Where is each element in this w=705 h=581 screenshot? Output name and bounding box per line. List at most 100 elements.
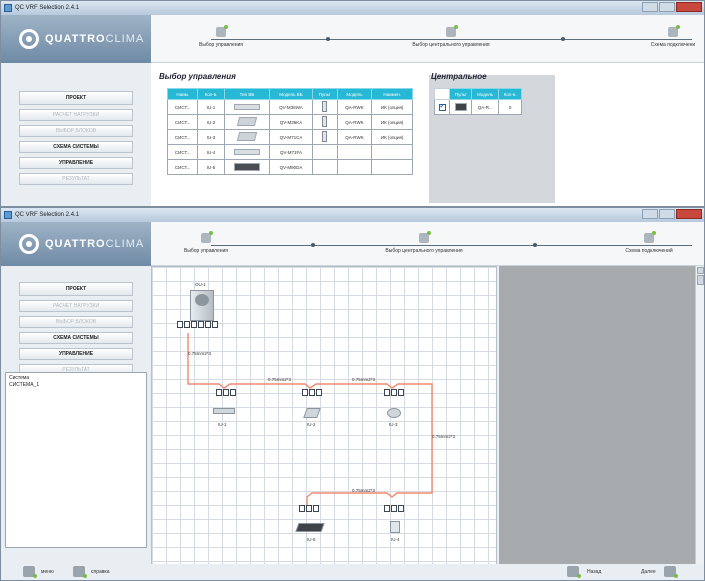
step-control[interactable]: Выбор управления (161, 25, 281, 48)
col-header: Наим. (166, 88, 199, 100)
central-checkbox[interactable]: ✔ (438, 103, 446, 111)
wire-label: 0.75mm2*3 (268, 377, 292, 382)
col-header: Пульт (449, 88, 473, 100)
title-bar: QC VRF Selection 2.4.1 (1, 208, 704, 222)
iu3-terminal-block (384, 389, 404, 396)
close-button[interactable] (676, 209, 702, 219)
cassette-unit-icon[interactable] (387, 408, 401, 418)
outdoor-terminal-block (177, 321, 218, 328)
maximize-button[interactable] (659, 2, 675, 12)
brand-name-main: QUATTRO (45, 33, 106, 45)
wiring-diagram-canvas[interactable]: OU-1 0.75mm2*3 0.75mm2*3 0.75mm2*3 0.75m… (151, 266, 497, 566)
step-control-icon (201, 231, 213, 243)
remote-icon (322, 101, 328, 112)
col-header: Модель ВБ (269, 88, 313, 100)
bottom-toolbar: меню справка Назад Далее (1, 564, 704, 580)
help-button[interactable]: справка (73, 566, 110, 578)
menu-project-button[interactable]: ПРОЕКТ (19, 91, 133, 105)
step-central-icon (446, 25, 458, 37)
col-header: Кол-в. (197, 88, 225, 100)
iu5-terminal-block (299, 505, 319, 512)
tree-item-system[interactable]: СИСТЕМА_1 (9, 382, 143, 389)
app-icon (4, 4, 12, 12)
quattroclima-logo-icon (19, 234, 39, 254)
brand-logo: QUATTROCLIMA (1, 222, 151, 266)
menu-icon (23, 566, 37, 578)
vertical-scrollbar[interactable] (695, 266, 704, 566)
wire-label: 0.75mm2*3 (432, 434, 456, 439)
table-row[interactable]: СИСТ... IU-4 QV-M71FA (166, 144, 413, 160)
minimize-button[interactable] (642, 2, 658, 12)
iu1-terminal-block (216, 389, 236, 396)
side-menu: ПРОЕКТ РАСЧЕТ НАГРУЗКИ ВЫБОР БЛОКОВ СХЕМ… (1, 91, 151, 189)
menu-control-button[interactable]: УПРАВЛЕНИЕ (19, 157, 133, 169)
back-button[interactable]: Назад (567, 566, 601, 578)
table-row[interactable]: СИСТ... IU-3 QV-M71CA QA-RWK ИК (опция) (166, 129, 413, 145)
col-header: Кол-в. (498, 88, 522, 100)
step-central-control[interactable]: Выбор центрального управления (391, 25, 511, 48)
menu-control-button[interactable]: УПРАВЛЕНИЕ (19, 348, 133, 360)
step-wiring-scheme[interactable]: Схема подключени (613, 25, 704, 48)
menu-system-scheme-button[interactable]: СХЕМА СИСТЕМЫ (19, 332, 133, 344)
menu-load-calc-button[interactable]: РАСЧЕТ НАГРУЗКИ (19, 109, 133, 121)
minimize-button[interactable] (642, 209, 658, 219)
menu-unit-select-button[interactable]: ВЫБОР БЛОКОВ (19, 316, 133, 328)
col-header: Модель (471, 88, 500, 100)
scroll-up-arrow-icon[interactable] (696, 267, 704, 274)
table-row[interactable]: СИСТ... IU-1 QV-M36WA QA-RWK ИК (опция) (166, 99, 413, 115)
outdoor-unit-label: OU-1 (195, 282, 206, 287)
duct-unit-icon[interactable] (295, 523, 325, 532)
col-header: Наимен. (371, 88, 413, 100)
main-window: QC VRF Selection 2.4.1 QUATTROCLIMA Выбо… (0, 207, 705, 581)
unit-label: IU-5 (307, 537, 316, 542)
wire-label: 0.75mm2*3 (188, 351, 212, 356)
unit-label: IU-1 (218, 422, 227, 427)
brand-logo: QUATTROCLIMA (1, 15, 151, 63)
unit-label: IU-2 (307, 422, 316, 427)
menu-result-button[interactable]: РЕЗУЛЬТАТ (19, 173, 133, 185)
system-tree: Система СИСТЕМА_1 (5, 372, 147, 548)
floor-unit-icon[interactable] (390, 521, 400, 533)
wizard-steps: Выбор управления Выбор центрального упра… (151, 15, 704, 63)
window-title: QC VRF Selection 2.4.1 (15, 212, 80, 218)
unit-label: IU-3 (389, 422, 398, 427)
control-selection-title: Выбор управления (159, 72, 236, 81)
table-row[interactable]: ✔ QA-R... 0 (433, 99, 522, 115)
wall-unit-icon (233, 103, 260, 110)
back-icon (567, 566, 581, 578)
floor-unit-icon (233, 148, 260, 155)
table-row[interactable]: СИСТ... IU-2 QV-M36KA QA-RWK ИК (опция) (166, 114, 413, 130)
wall-unit-icon[interactable] (213, 408, 235, 414)
menu-button[interactable]: меню (23, 566, 54, 578)
step-control[interactable]: Выбор управления (146, 231, 266, 254)
side-menu: ПРОЕКТ РАСЧЕТ НАГРУЗКИ ВЫБОР БЛОКОВ СХЕМ… (1, 282, 151, 380)
iu4-terminal-block (384, 505, 404, 512)
help-icon (73, 566, 87, 578)
menu-unit-select-button[interactable]: ВЫБОР БЛОКОВ (19, 125, 133, 137)
table-row[interactable]: СИСТ... IU-5 QV-M90DA (166, 159, 413, 175)
step-wiring-scheme[interactable]: Схема подключений (589, 231, 704, 254)
cassette-unit-icon (236, 132, 258, 141)
outdoor-unit-icon[interactable] (190, 290, 214, 321)
step-central-control[interactable]: Выбор центрального управления (364, 231, 484, 254)
properties-panel (499, 266, 695, 566)
central-controller-icon (454, 102, 467, 111)
console-unit-icon (236, 117, 258, 126)
scroll-thumb[interactable] (696, 275, 704, 285)
quattroclima-logo-icon (19, 29, 39, 49)
close-button[interactable] (676, 2, 702, 12)
col-header: Тип ВБ (223, 88, 271, 100)
maximize-button[interactable] (659, 209, 675, 219)
wire-label: 0.75mm2*3 (352, 377, 376, 382)
window-title: QC VRF Selection 2.4.1 (15, 5, 80, 11)
menu-load-calc-button[interactable]: РАСЧЕТ НАГРУЗКИ (19, 300, 133, 312)
menu-project-button[interactable]: ПРОЕКТ (19, 282, 133, 296)
step-wiring-icon (668, 25, 680, 37)
unit-label: IU-4 (391, 537, 400, 542)
tree-item-root[interactable]: Система (9, 375, 143, 382)
iu2-terminal-block (302, 389, 322, 396)
menu-system-scheme-button[interactable]: СХЕМА СИСТЕМЫ (19, 141, 133, 153)
app-icon (4, 211, 12, 219)
central-table: Пульт Модель Кол-в. ✔ QA-R... 0 (433, 88, 522, 115)
next-button[interactable]: Далее (641, 566, 678, 578)
